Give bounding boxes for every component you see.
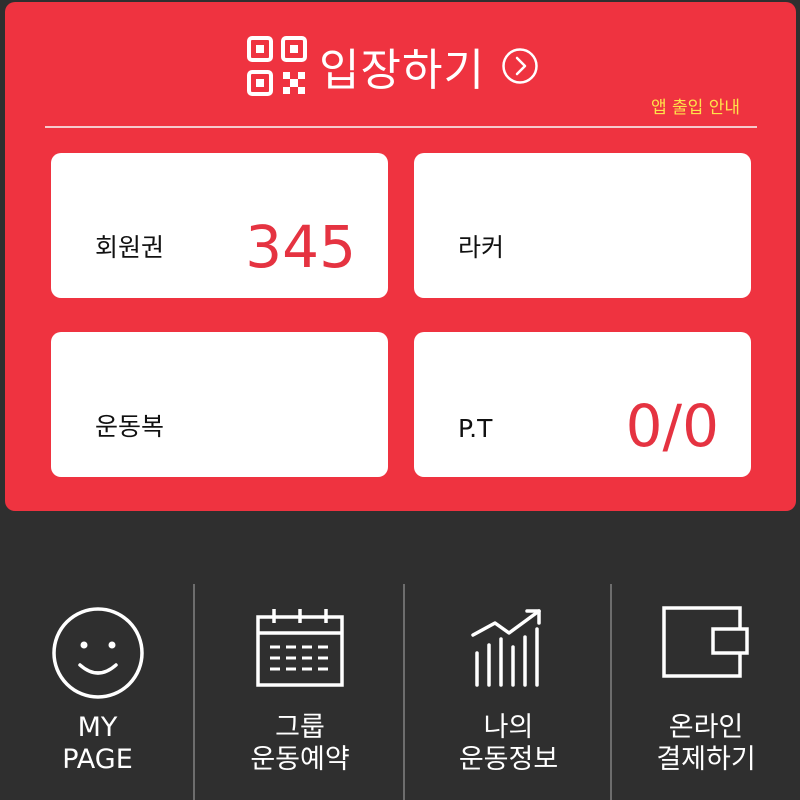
calendar-icon	[256, 609, 344, 687]
pt-label: P.T	[458, 414, 493, 443]
nav-my-page-label: MY PAGE	[62, 712, 133, 775]
bottom-nav: MY PAGE 그룹 운동예약 나의 운동정보 온라인 결제하기	[0, 560, 800, 800]
nav-my-workout-info-label: 나의 운동정보	[458, 712, 559, 775]
membership-card[interactable]: 회원권 345	[51, 153, 388, 298]
smiley-icon	[51, 607, 144, 699]
nav-online-payment-label: 온라인 결제하기	[656, 712, 756, 775]
locker-label: 라커	[458, 233, 505, 262]
app-screen: 입장하기 앱 출입 안내 회원권 345 라커 운동복 P.T 0/0 MY P…	[0, 0, 800, 800]
chevron-right-circle-icon	[502, 48, 538, 84]
pt-card[interactable]: P.T 0/0	[414, 332, 751, 477]
pt-sessions-value: 0/0	[625, 392, 719, 460]
nav-my-workout-info[interactable]: 나의 운동정보	[405, 560, 612, 800]
nav-online-payment[interactable]: 온라인 결제하기	[612, 560, 800, 800]
entry-title: 입장하기	[319, 45, 485, 96]
sportswear-label: 운동복	[95, 412, 165, 441]
wallet-icon	[662, 606, 749, 678]
nav-group-booking-label: 그룹 운동예약	[250, 712, 350, 775]
growth-chart-icon	[470, 609, 541, 687]
locker-card[interactable]: 라커	[414, 153, 751, 298]
membership-panel: 입장하기 앱 출입 안내 회원권 345 라커 운동복 P.T 0/0	[5, 2, 796, 511]
entry-title-row: 입장하기	[245, 34, 539, 98]
qr-code-icon	[247, 36, 307, 96]
nav-group-booking[interactable]: 그룹 운동예약	[195, 560, 405, 800]
divider	[45, 126, 757, 128]
app-entry-guide-link[interactable]: 앱 출입 안내	[651, 93, 740, 118]
membership-label: 회원권	[95, 233, 165, 262]
nav-my-page[interactable]: MY PAGE	[0, 560, 195, 800]
sportswear-card[interactable]: 운동복	[51, 332, 388, 477]
membership-days-value: 345	[245, 213, 356, 281]
